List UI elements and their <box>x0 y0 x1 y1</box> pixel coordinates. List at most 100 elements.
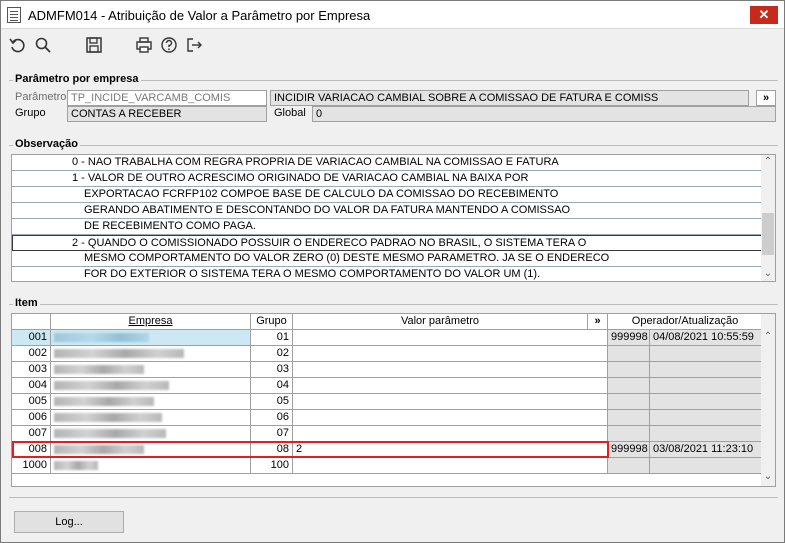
valor-cell[interactable] <box>293 394 608 410</box>
observation-line: DE RECEBIMENTO COMO PAGA. <box>12 219 763 235</box>
valor-cell[interactable] <box>293 426 608 442</box>
observation-line: GERANDO ABATIMENTO E DESCONTANDO DO VALO… <box>12 203 763 219</box>
empresa-cell <box>51 346 251 362</box>
observation-line: MESMO COMPORTAMENTO DO VALOR ZERO (0) DE… <box>12 251 763 267</box>
operador-cell: 999998 <box>608 442 650 458</box>
code-cell: 007 <box>12 426 51 442</box>
code-cell: 003 <box>12 362 51 378</box>
toolbar <box>1 30 784 60</box>
date-cell <box>650 378 763 394</box>
header-grupo[interactable]: Grupo <box>251 314 293 330</box>
scroll-down-icon[interactable]: ⌄ <box>761 470 775 484</box>
grupo-cell: 05 <box>251 394 293 410</box>
scroll-up-icon[interactable]: ⌃ <box>761 330 775 344</box>
valor-cell[interactable] <box>293 378 608 394</box>
exit-icon[interactable] <box>183 34 205 56</box>
close-button[interactable]: ✕ <box>750 6 778 24</box>
operador-cell <box>608 378 650 394</box>
empresa-cell <box>51 442 251 458</box>
print-icon[interactable] <box>133 34 155 56</box>
date-cell: 04/08/2021 10:55:59 <box>650 330 763 346</box>
date-cell <box>650 426 763 442</box>
grupo-cell: 01 <box>251 330 293 346</box>
scroll-down-icon[interactable]: ⌄ <box>761 267 775 281</box>
operador-cell <box>608 362 650 378</box>
grupo-cell: 08 <box>251 442 293 458</box>
observation-line: 0 - NAO TRABALHA COM REGRA PROPRIA DE VA… <box>12 155 763 171</box>
grupo-label: Grupo <box>15 107 46 119</box>
observation-section-title: Observação <box>13 138 80 150</box>
table-row[interactable]: 002 02 <box>12 346 763 362</box>
observation-textarea[interactable]: 0 - NAO TRABALHA COM REGRA PROPRIA DE VA… <box>11 154 776 282</box>
table-row[interactable]: 008 08 2 999998 03/08/2021 11:23:10 <box>12 442 763 458</box>
grupo-cell: 07 <box>251 426 293 442</box>
global-field: 0 <box>312 106 776 122</box>
empresa-cell <box>51 410 251 426</box>
code-cell: 008 <box>12 442 51 458</box>
date-cell <box>650 394 763 410</box>
param-section-title: Parâmetro por empresa <box>13 73 141 85</box>
empresa-cell <box>51 330 251 346</box>
header-expand-button[interactable]: » <box>588 314 608 330</box>
app-window: ADMFM014 - Atribuição de Valor a Parâmet… <box>0 0 785 543</box>
empresa-cell <box>51 394 251 410</box>
grupo-field: CONTAS A RECEBER <box>67 106 267 122</box>
item-section-title: Item <box>13 297 40 309</box>
grupo-cell: 100 <box>251 458 293 474</box>
table-row[interactable]: 007 07 <box>12 426 763 442</box>
help-icon[interactable] <box>158 34 180 56</box>
divider <box>9 497 778 498</box>
header-operador[interactable]: Operador/Atualização <box>608 314 763 330</box>
table-row[interactable]: 003 03 <box>12 362 763 378</box>
table-row[interactable]: 1000 100 <box>12 458 763 474</box>
empresa-cell <box>51 362 251 378</box>
observation-scrollbar[interactable]: ⌃ ⌄ <box>761 155 775 281</box>
param-expand-button[interactable]: » <box>756 90 776 106</box>
valor-cell[interactable] <box>293 362 608 378</box>
log-button[interactable]: Log... <box>14 511 124 533</box>
item-table: Empresa Grupo Valor parâmetro » Operador… <box>11 313 776 487</box>
valor-cell[interactable]: 2 <box>293 442 608 458</box>
valor-cell[interactable] <box>293 330 608 346</box>
grupo-cell: 02 <box>251 346 293 362</box>
observation-line: EXPORTACAO FCRFP102 COMPOE BASE DE CALCU… <box>12 187 763 203</box>
date-cell <box>650 458 763 474</box>
operador-cell <box>608 410 650 426</box>
header-empresa[interactable]: Empresa <box>51 314 251 330</box>
valor-cell[interactable] <box>293 410 608 426</box>
empresa-cell <box>51 458 251 474</box>
save-icon[interactable] <box>83 34 105 56</box>
table-row[interactable]: 001 01 999998 04/08/2021 10:55:59 <box>12 330 763 346</box>
search-icon[interactable] <box>32 34 54 56</box>
param-field[interactable]: TP_INCIDE_VARCAMB_COMIS <box>67 90 267 106</box>
operador-cell <box>608 426 650 442</box>
scroll-up-icon[interactable]: ⌃ <box>761 155 775 169</box>
observation-line: FOR DO EXTERIOR O SISTEMA TERA O MESMO C… <box>12 267 763 281</box>
document-icon <box>7 7 21 23</box>
global-label: Global <box>274 107 306 119</box>
valor-cell[interactable] <box>293 346 608 362</box>
param-label: Parâmetro <box>15 91 67 103</box>
code-cell: 005 <box>12 394 51 410</box>
scroll-thumb[interactable] <box>762 213 774 255</box>
table-row[interactable]: 006 06 <box>12 410 763 426</box>
header-valor[interactable]: Valor parâmetro <box>293 314 588 330</box>
grupo-cell: 04 <box>251 378 293 394</box>
title-bar: ADMFM014 - Atribuição de Valor a Parâmet… <box>1 1 784 29</box>
date-cell: 03/08/2021 11:23:10 <box>650 442 763 458</box>
param-description-field: INCIDIR VARIACAO CAMBIAL SOBRE A COMISSA… <box>270 90 749 106</box>
grupo-cell: 06 <box>251 410 293 426</box>
empresa-cell <box>51 426 251 442</box>
date-cell <box>650 410 763 426</box>
code-cell: 004 <box>12 378 51 394</box>
undo-icon[interactable] <box>7 34 29 56</box>
operador-cell: 999998 <box>608 330 650 346</box>
table-row[interactable]: 005 05 <box>12 394 763 410</box>
valor-cell[interactable] <box>293 458 608 474</box>
date-cell <box>650 362 763 378</box>
operador-cell <box>608 346 650 362</box>
observation-line-current: 2 - QUANDO O COMISSIONADO POSSUIR O ENDE… <box>12 235 763 251</box>
table-row[interactable]: 004 04 <box>12 378 763 394</box>
observation-line: 1 - VALOR DE OUTRO ACRESCIMO ORIGINADO D… <box>12 171 763 187</box>
item-table-scrollbar[interactable]: ⌃ ⌄ <box>761 314 775 486</box>
